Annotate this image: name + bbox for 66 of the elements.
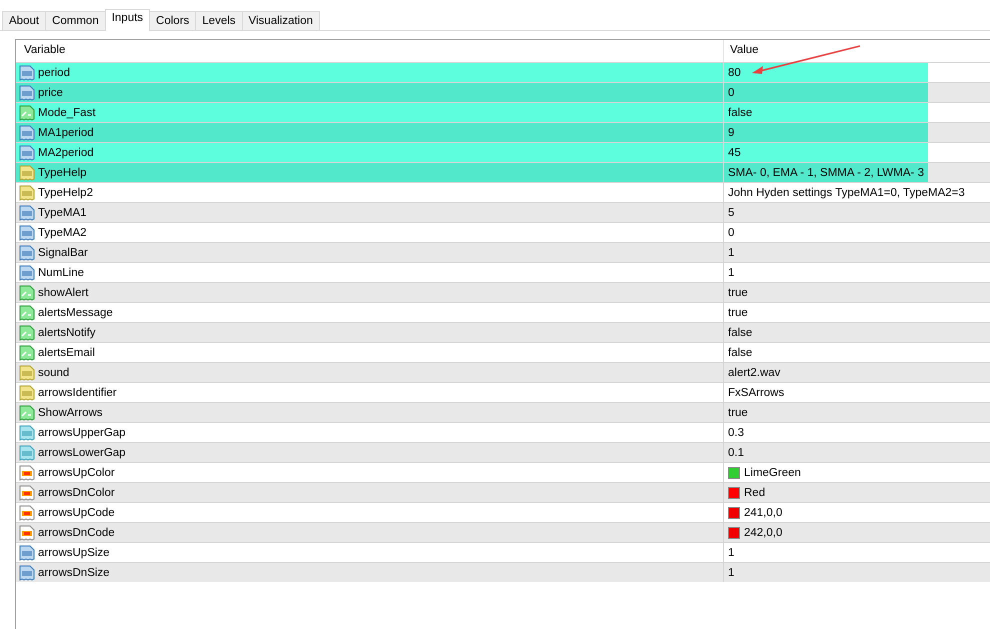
variable-name: SignalBar [38, 246, 88, 258]
value-text: 0.1 [728, 446, 744, 458]
value-text: false [728, 326, 752, 338]
variable-name: alertsNotify [38, 326, 96, 338]
value-text: LimeGreen [744, 466, 801, 478]
variable-name: TypeMA1 [38, 206, 87, 218]
tab[interactable]: Colors [149, 11, 196, 30]
variable-name: arrowsUpCode [38, 506, 115, 518]
variable-name: arrowsUpColor [38, 466, 115, 478]
column-header[interactable]: Value [724, 40, 990, 62]
variable-cell[interactable]: price [16, 83, 724, 102]
variable-cell[interactable]: MA1period [16, 123, 724, 142]
value-text: 241,0,0 [744, 506, 782, 518]
value-text: false [728, 346, 752, 358]
value-text: true [728, 286, 748, 298]
variable-name: price [38, 86, 63, 98]
variable-name: TypeHelp [38, 166, 87, 178]
variable-name: MA1period [38, 126, 94, 138]
value-text: SMA- 0, EMA - 1, SMMA - 2, LWMA- 3 [728, 166, 924, 178]
variable-name: alertsMessage [38, 306, 113, 318]
variable-name: MA2period [38, 146, 94, 158]
variable-name: arrowsDnColor [38, 486, 115, 498]
variable-name: arrowsUpSize [38, 546, 110, 558]
variable-cell[interactable]: Mode_Fast [16, 103, 724, 122]
variable-cell[interactable]: MA2period [16, 143, 724, 162]
tab[interactable]: About [2, 11, 46, 30]
variable-name: arrowsIdentifier [38, 386, 117, 398]
value-text: 1 [728, 266, 734, 278]
value-text: Red [744, 486, 766, 498]
value-text: true [728, 306, 748, 318]
value-text: 80 [728, 66, 741, 78]
variable-name: TypeMA2 [38, 226, 87, 238]
tab[interactable]: Common [45, 11, 106, 30]
value-text: 1 [728, 546, 734, 558]
variable-cell[interactable]: arrowsDnSize [16, 563, 724, 582]
variable-name: arrowsDnSize [38, 566, 110, 578]
variable-name: NumLine [38, 266, 84, 278]
value-text: John Hyden settings TypeMA1=0, TypeMA2=3 [728, 186, 965, 198]
variable-name: sound [38, 366, 70, 378]
value-text: 1 [728, 246, 734, 258]
value-text: 0.3 [728, 426, 744, 438]
variable-name: alertsEmail [38, 346, 95, 358]
value-text: 0 [728, 86, 734, 98]
variable-name: period [38, 66, 70, 78]
value-text: 9 [728, 126, 734, 138]
value-text: false [728, 106, 752, 118]
variable-name: ShowArrows [38, 406, 103, 418]
variable-cell[interactable]: TypeHelp [16, 163, 724, 182]
variable-cell[interactable]: period [16, 63, 724, 82]
variable-name: arrowsLowerGap [38, 446, 126, 458]
value-text: 1 [728, 566, 734, 578]
tab[interactable]: Inputs [104, 9, 150, 31]
value-text: FxSArrows [728, 386, 784, 398]
variable-name: arrowsUpperGap [38, 426, 126, 438]
value-text: 0 [728, 226, 734, 238]
value-text: 242,0,0 [744, 526, 782, 538]
variable-name: TypeHelp2 [38, 186, 93, 198]
tab[interactable]: Levels [195, 11, 243, 30]
variable-name: arrowsDnCode [38, 526, 115, 538]
value-text: true [728, 406, 748, 418]
variable-name: showAlert [38, 286, 88, 298]
tab[interactable]: Visualization [242, 11, 320, 30]
value-text: alert2.wav [728, 366, 780, 378]
value-text: 45 [728, 146, 741, 158]
value-text: 5 [728, 206, 734, 218]
variable-name: Mode_Fast [38, 106, 96, 118]
